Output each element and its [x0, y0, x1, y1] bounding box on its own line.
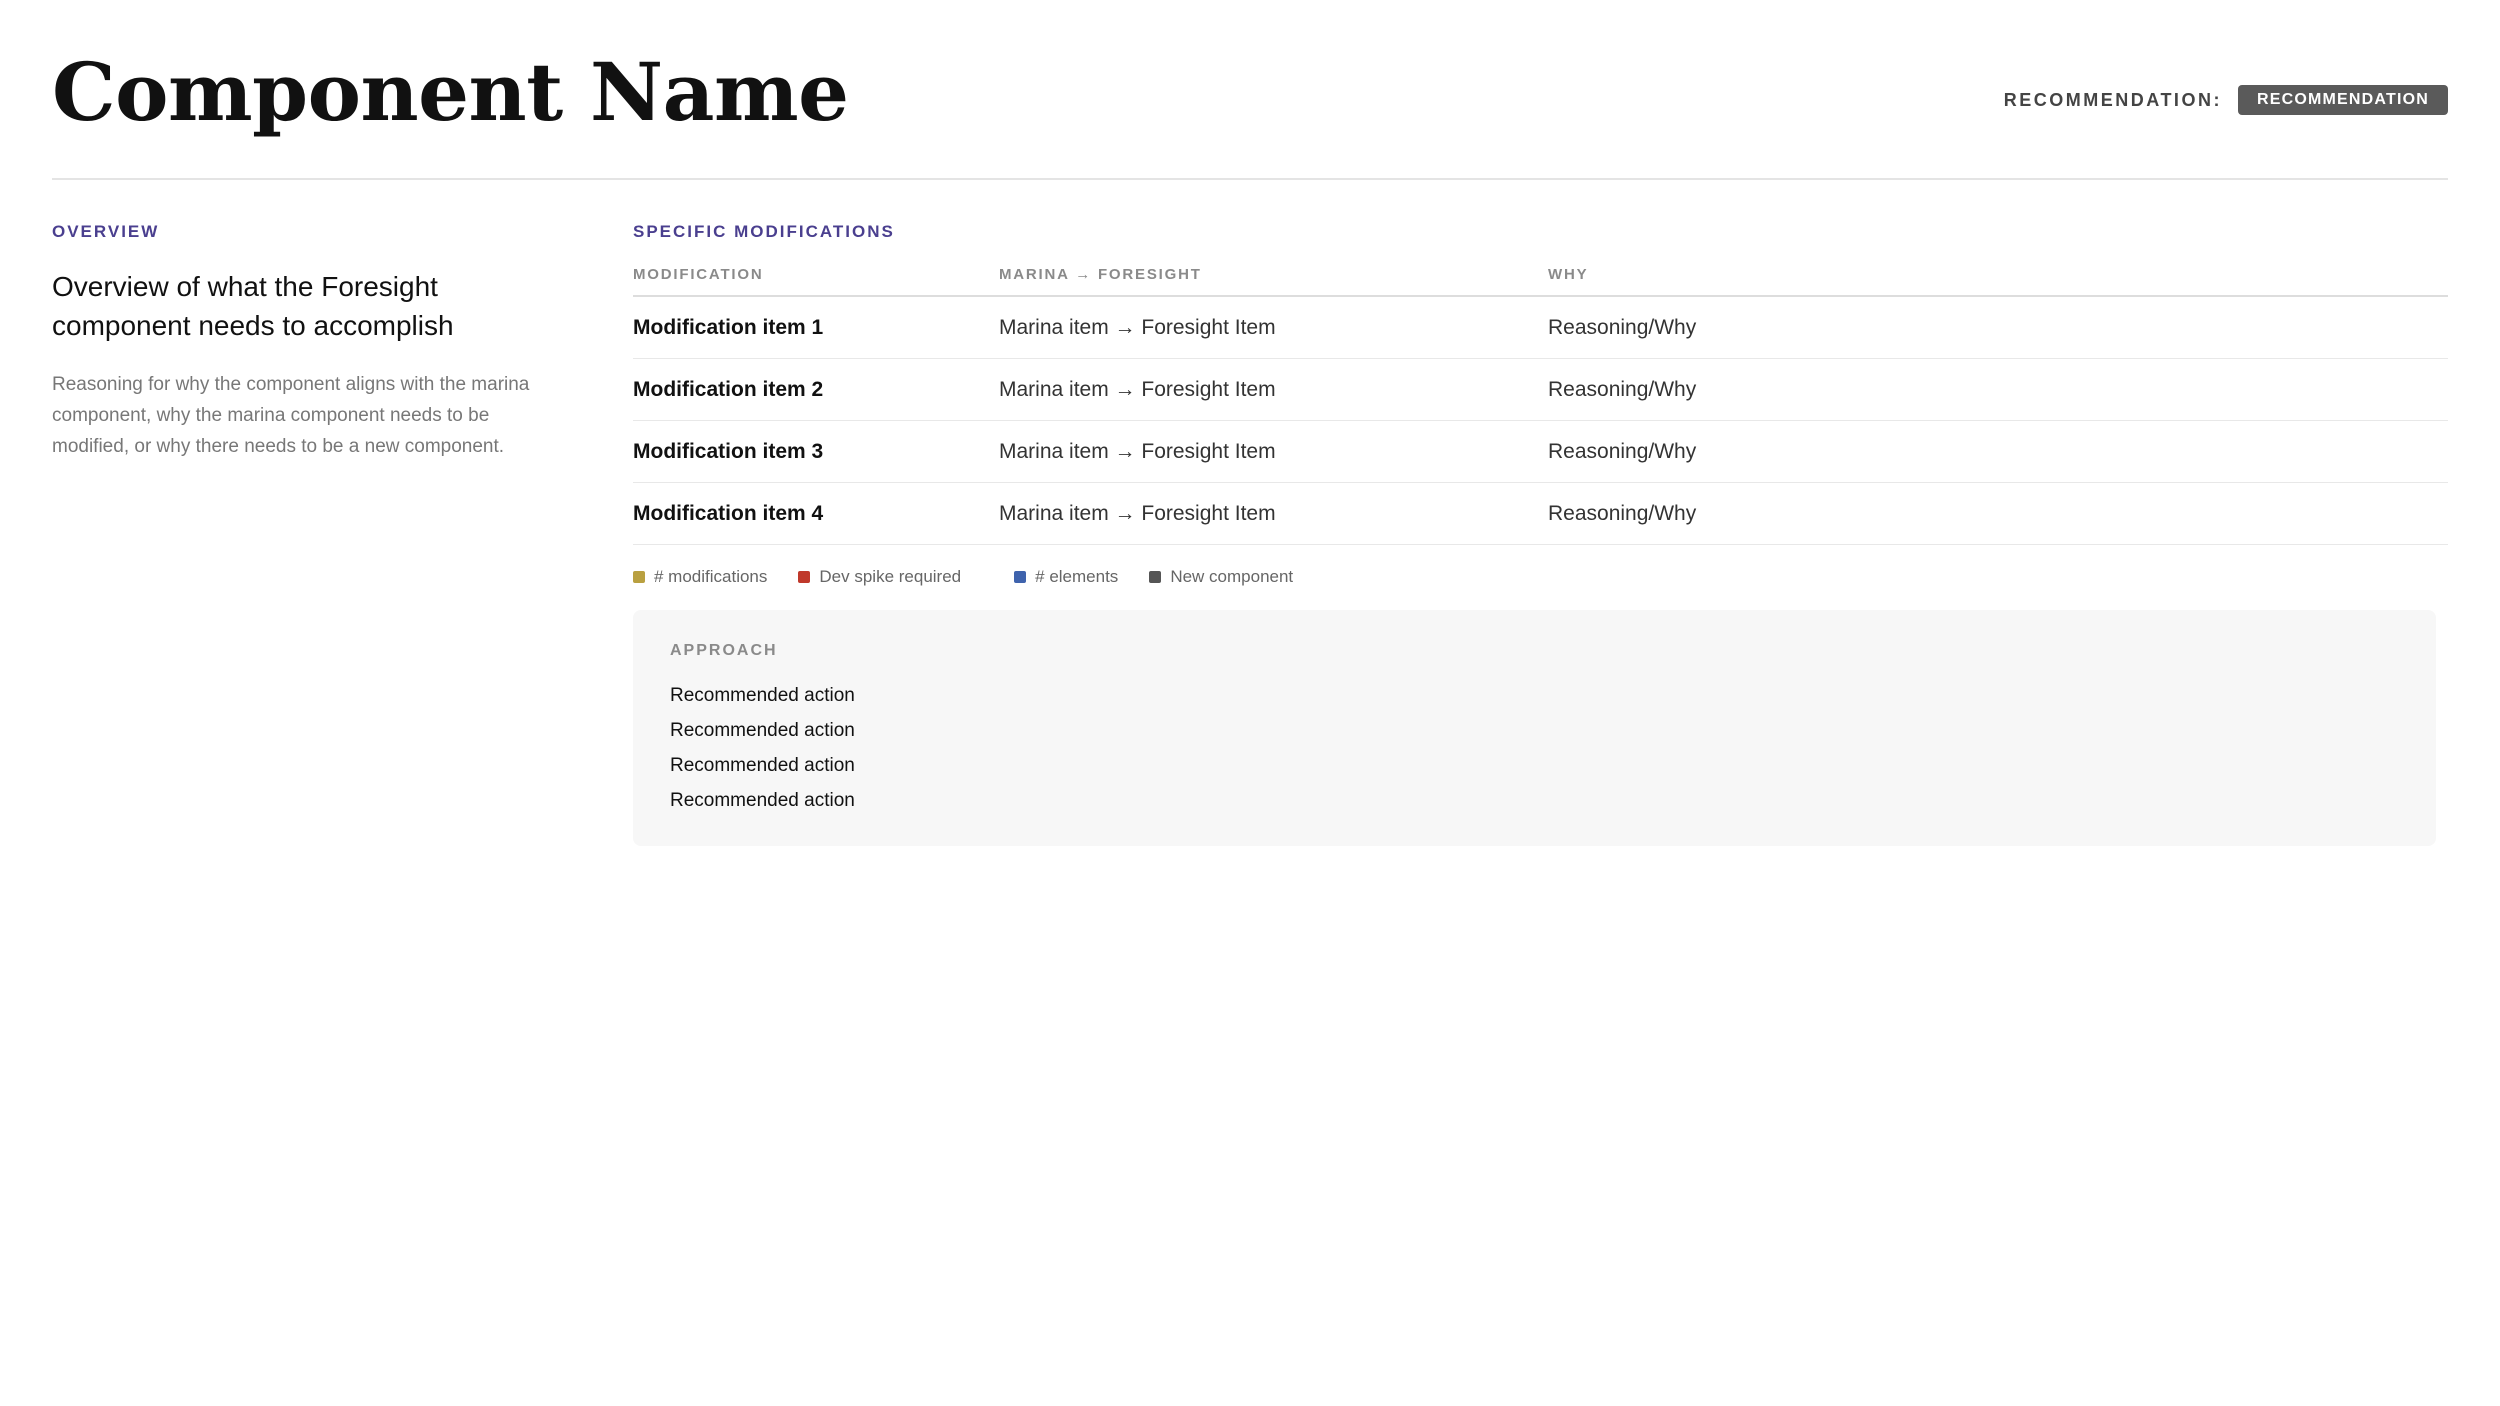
modification-mapping: Marina item → Foresight Item [999, 420, 1548, 483]
overview-heading: Overview of what the Foresight component… [52, 271, 454, 341]
column-header-mapping: MARINA → FORESIGHT [999, 266, 1548, 297]
legend-swatch [633, 571, 645, 583]
legend-swatch [1014, 571, 1027, 583]
recommendation-label: RECOMMENDATION: [2003, 89, 2222, 110]
legend-item-dev-spike: Dev spike required [798, 567, 961, 587]
page: Component Name RECOMMENDATION: RECOMMEND… [0, 0, 2500, 1406]
modifications-table: MODIFICATION MARINA → FORESIGHT WHY Modi… [633, 266, 2448, 545]
approach-panel: APPROACH Recommended action Recommended … [633, 610, 2436, 846]
legend-swatch [1149, 571, 1162, 583]
legend-label: New component [1170, 567, 1294, 586]
modifications-label: SPECIFIC MODIFICATIONS [633, 222, 895, 241]
table-row: Modification item 3 Marina item → Foresi… [633, 420, 2448, 483]
modification-why: Reasoning/Why [1548, 358, 2448, 421]
overview-label: OVERVIEW [52, 222, 160, 241]
table-row: Modification item 2 Marina item → Foresi… [633, 358, 2448, 421]
modification-name: Modification item 4 [633, 482, 999, 545]
list-item: Recommended action [670, 720, 855, 741]
modification-name: Modification item 1 [633, 296, 999, 359]
modification-why: Reasoning/Why [1548, 420, 2448, 483]
approach-list: Recommended action Recommended action Re… [670, 678, 2399, 818]
recommendation: RECOMMENDATION: RECOMMENDATION [2004, 85, 2448, 115]
list-item: Recommended action [670, 755, 855, 776]
list-item: Recommended action [670, 685, 855, 706]
modifications-section: SPECIFIC MODIFICATIONS MODIFICATION MARI… [633, 222, 2448, 846]
modification-mapping: Marina item → Foresight Item [999, 358, 1548, 421]
legend-item-new-component: New component [1149, 567, 1293, 587]
recommendation-badge: RECOMMENDATION [2237, 85, 2448, 115]
modification-mapping: Marina item → Foresight Item [999, 296, 1548, 359]
legend-swatch [798, 571, 811, 583]
table-row: Modification item 1 Marina item → Foresi… [633, 296, 2448, 359]
legend-item-elements: # elements [1014, 567, 1118, 587]
legend-item-modifications: # modifications [633, 567, 767, 587]
modification-name: Modification item 2 [633, 358, 999, 421]
legend: # modifications Dev spike required # ele… [633, 567, 2448, 587]
overview-section: OVERVIEW Overview of what the Foresight … [52, 222, 562, 462]
column-header-why: WHY [1548, 266, 2448, 297]
approach-label: APPROACH [670, 642, 778, 659]
modification-name: Modification item 3 [633, 420, 999, 483]
modification-mapping: Marina item → Foresight Item [999, 482, 1548, 545]
list-item: Recommended action [670, 790, 855, 811]
page-header: Component Name RECOMMENDATION: RECOMMEND… [52, 0, 2448, 180]
overview-body: Reasoning for why the component aligns w… [52, 374, 530, 457]
table-header-row: MODIFICATION MARINA → FORESIGHT WHY [633, 266, 2448, 297]
legend-label: # modifications [654, 567, 768, 586]
column-header-modification: MODIFICATION [633, 266, 999, 297]
legend-label: # elements [1035, 567, 1119, 586]
page-title: Component Name [52, 45, 849, 139]
table-row: Modification item 4 Marina item → Foresi… [633, 482, 2448, 545]
legend-label: Dev spike required [819, 567, 962, 586]
modification-why: Reasoning/Why [1548, 482, 2448, 545]
modification-why: Reasoning/Why [1548, 296, 2448, 359]
